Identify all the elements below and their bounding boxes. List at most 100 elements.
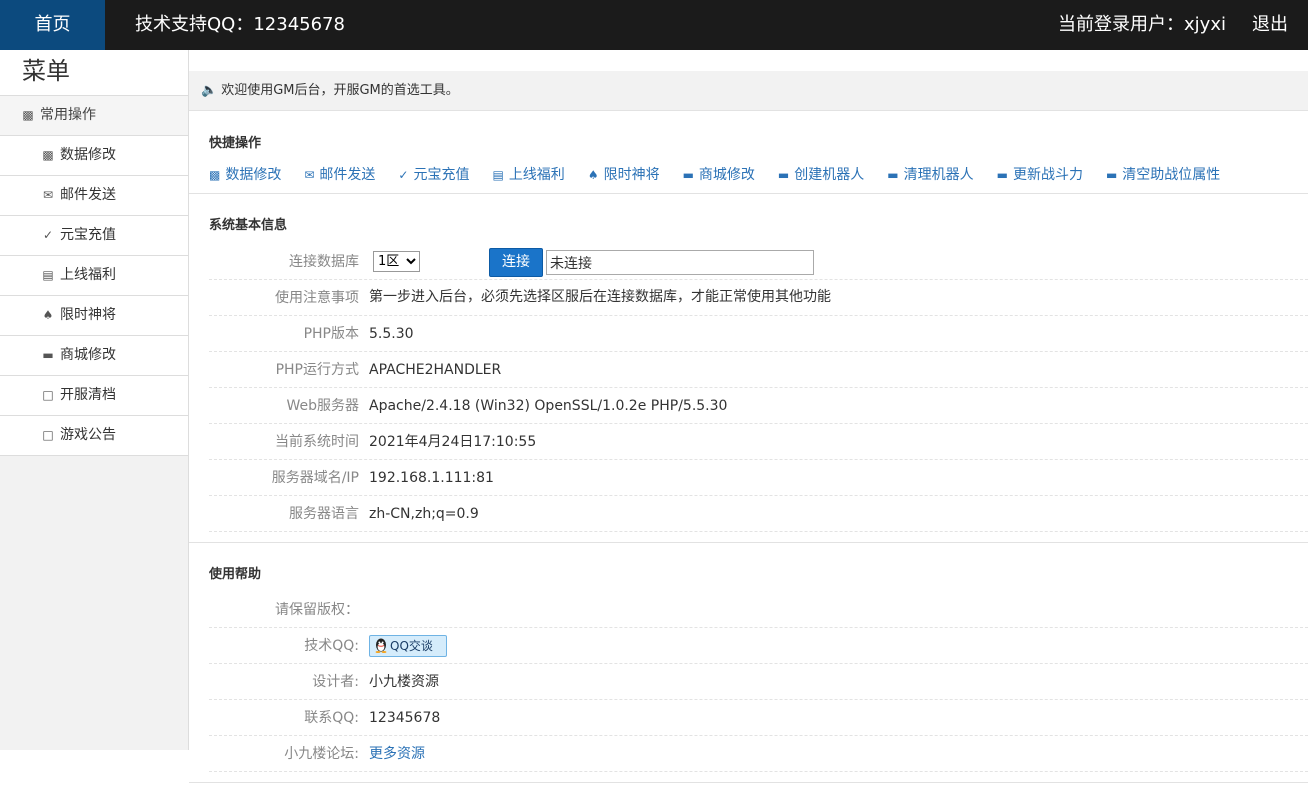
list-icon: ▤ xyxy=(492,168,504,182)
zone-select[interactable]: 1区 xyxy=(373,251,420,272)
sidebar-item-label: 元宝充值 xyxy=(60,227,116,243)
top-navbar: 首页 技术支持QQ：12345678 当前登录用户：xjyxi 退出 xyxy=(0,0,1308,50)
folder-icon: ▬ xyxy=(777,168,790,182)
bookmark-icon: ▩ xyxy=(22,108,34,122)
shortcut-label: 元宝充值 xyxy=(413,167,470,183)
welcome-bar: 🔈 欢迎使用GM后台，开服GM的首选工具。 xyxy=(189,71,1308,111)
sidebar-group-common[interactable]: ▩ 常用操作 xyxy=(0,96,188,136)
shortcut-welfare[interactable]: ▤ 上线福利 xyxy=(492,167,564,183)
sidebar-item-announcement[interactable]: □ 游戏公告 xyxy=(0,416,188,456)
sidebar-item-label: 商城修改 xyxy=(60,347,116,363)
plug-icon: ✓ xyxy=(398,168,409,182)
shortcut-mail[interactable]: ✉ 邮件发送 xyxy=(304,167,375,183)
contact-qq-value: 12345678 xyxy=(369,710,441,726)
info-label: PHP运行方式 xyxy=(275,362,359,378)
info-row: Web服务器 Apache/2.4.18 (Win32) OpenSSL/1.0… xyxy=(209,388,1308,424)
divider xyxy=(189,782,1308,783)
shortcut-label: 上线福利 xyxy=(508,167,565,183)
qq-chat-button[interactable]: QQ交谈 xyxy=(369,635,447,657)
shortcut-clean-bot[interactable]: ▬ 清理机器人 xyxy=(887,167,973,183)
info-label: 服务器域名/IP xyxy=(271,470,359,486)
spade-icon: ♠ xyxy=(587,168,599,182)
designer-value: 小九楼资源 xyxy=(369,674,439,690)
qq-chat-label: QQ交谈 xyxy=(390,639,433,653)
sidebar-item-server-reset[interactable]: □ 开服清档 xyxy=(0,376,188,416)
info-row: PHP运行方式 APACHE2HANDLER xyxy=(209,352,1308,388)
help-row: 技术QQ: QQ交谈 xyxy=(209,628,1308,664)
current-user-text: 当前登录用户：xjyxi xyxy=(1058,14,1226,35)
shortcut-label: 清理机器人 xyxy=(903,167,974,183)
help-label: 请保留版权： xyxy=(275,602,359,618)
shortcut-label: 数据修改 xyxy=(225,167,282,183)
sidebar-item-data-edit[interactable]: ▩ 数据修改 xyxy=(0,136,188,176)
info-value: zh-CN,zh;q=0.9 xyxy=(369,506,479,522)
info-label: PHP版本 xyxy=(303,326,359,342)
sidebar-group-label: 常用操作 xyxy=(40,107,96,123)
speaker-icon: 🔈 xyxy=(201,83,218,98)
info-value: 第一步进入后台，必须先选择区服后在连接数据库，才能正常使用其他功能 xyxy=(369,289,831,305)
sidebar: 菜单 ▩ 常用操作 ▩ 数据修改 ✉ 邮件发送 ✓ 元宝充值 ▤ 上线福利 ♠ 限时神将 ▬… xyxy=(0,50,189,750)
shortcut-shop-edit[interactable]: ▬ 商城修改 xyxy=(683,167,755,183)
page-bottom xyxy=(0,750,189,788)
shortcut-create-bot[interactable]: ▬ 创建机器人 xyxy=(778,167,864,183)
folder-icon: ▬ xyxy=(996,168,1008,182)
divider xyxy=(189,193,1308,194)
info-row: PHP版本 5.5.30 xyxy=(209,316,1308,352)
connection-status-field[interactable] xyxy=(546,250,814,275)
sidebar-item-label: 数据修改 xyxy=(60,147,116,163)
folder-icon: ▬ xyxy=(682,168,694,182)
help-title: 使用帮助 xyxy=(209,567,262,582)
welcome-text: 欢迎使用GM后台，开服GM的首选工具。 xyxy=(221,83,459,98)
home-nav-button[interactable]: 首页 xyxy=(0,0,105,50)
shortcut-data-edit[interactable]: ▩ 数据修改 xyxy=(209,167,281,183)
info-label: 服务器语言 xyxy=(289,506,359,522)
plug-icon: ✓ xyxy=(42,228,54,242)
help-row: 设计者: 小九楼资源 xyxy=(209,664,1308,700)
sidebar-title: 菜单 xyxy=(0,50,188,96)
sidebar-item-limited-hero[interactable]: ♠ 限时神将 xyxy=(0,296,188,336)
info-value: 2021年4月24日17:10:55 xyxy=(369,434,537,450)
divider xyxy=(189,542,1308,543)
shortcut-bar: ▩ 数据修改 ✉ 邮件发送 ✓ 元宝充值 ▤ 上线福利 ♠ 限时神将 ▬ 商城修改 ▬ 创建机器人 ▬ 清理机… xyxy=(209,164,1243,184)
sidebar-item-label: 上线福利 xyxy=(60,267,116,283)
logout-link[interactable]: 退出 xyxy=(1252,0,1288,50)
db-connect-row: 连接数据库 1区 连接 xyxy=(209,244,1308,280)
info-row: 使用注意事项 第一步进入后台，必须先选择区服后在连接数据库，才能正常使用其他功能 xyxy=(209,280,1308,316)
shortcut-update-power[interactable]: ▬ 更新战斗力 xyxy=(997,167,1083,183)
folder-icon: ▬ xyxy=(42,348,54,362)
connect-button[interactable]: 连接 xyxy=(489,248,543,277)
shortcut-label: 商城修改 xyxy=(698,167,755,183)
shortcut-clear-assist[interactable]: ▬ 清空助战位属性 xyxy=(1106,167,1220,183)
info-label: Web服务器 xyxy=(286,398,359,414)
sidebar-item-mail[interactable]: ✉ 邮件发送 xyxy=(0,176,188,216)
sidebar-item-welfare[interactable]: ▤ 上线福利 xyxy=(0,256,188,296)
shortcut-label: 限时神将 xyxy=(603,167,660,183)
sidebar-item-shop-edit[interactable]: ▬ 商城修改 xyxy=(0,336,188,376)
envelope-icon: ✉ xyxy=(304,168,315,182)
sidebar-item-label: 游戏公告 xyxy=(60,427,116,443)
spade-icon: ♠ xyxy=(42,308,54,322)
folder-icon: ▬ xyxy=(887,168,899,182)
help-label: 联系QQ: xyxy=(304,710,359,726)
info-label: 当前系统时间 xyxy=(275,434,359,450)
shortcut-limited-hero[interactable]: ♠ 限时神将 xyxy=(588,167,660,183)
shortcut-recharge[interactable]: ✓ 元宝充值 xyxy=(398,167,469,183)
sysinfo-title: 系统基本信息 xyxy=(209,218,288,233)
more-resources-link[interactable]: 更多资源 xyxy=(369,736,425,772)
shortcut-label: 更新战斗力 xyxy=(1012,167,1083,183)
info-value: APACHE2HANDLER xyxy=(369,362,502,378)
shortcut-label: 清空助战位属性 xyxy=(1122,167,1221,183)
help-label: 设计者: xyxy=(312,674,359,690)
sidebar-item-recharge[interactable]: ✓ 元宝充值 xyxy=(0,216,188,256)
support-qq-text: 技术支持QQ：12345678 xyxy=(135,14,345,35)
help-label: 技术QQ: xyxy=(304,638,359,654)
file-icon: □ xyxy=(42,388,54,402)
list-icon: ▤ xyxy=(42,268,54,282)
help-row: 小九楼论坛: 更多资源 xyxy=(209,736,1308,772)
sidebar-item-label: 开服清档 xyxy=(60,387,116,403)
info-row: 服务器语言 zh-CN,zh;q=0.9 xyxy=(209,496,1308,532)
envelope-icon: ✉ xyxy=(42,188,54,202)
db-label: 连接数据库 xyxy=(289,254,359,270)
file-icon: □ xyxy=(42,428,54,442)
help-row: 联系QQ: 12345678 xyxy=(209,700,1308,736)
